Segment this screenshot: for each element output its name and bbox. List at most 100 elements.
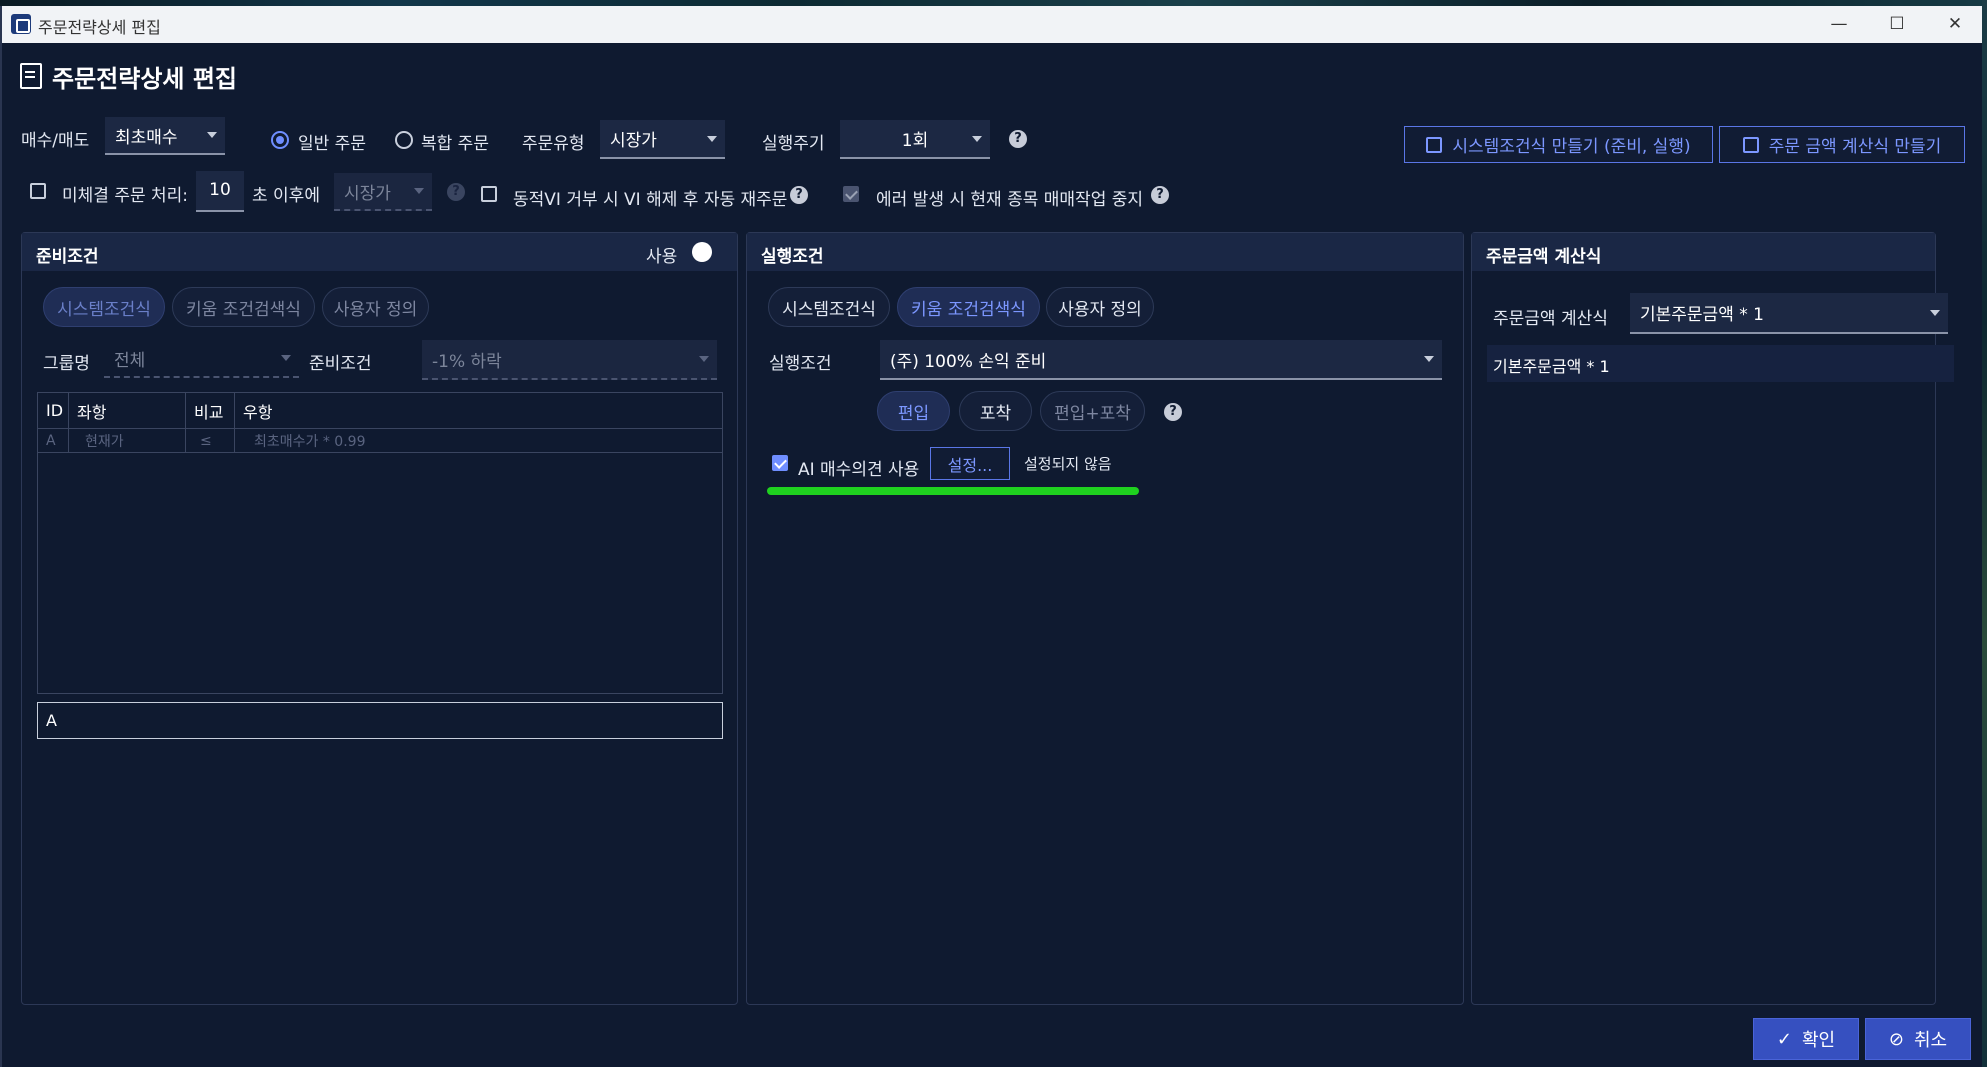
grid-cell-right: 최초매수가 * 0.99	[254, 433, 366, 450]
grid-cell-compare: ≤	[186, 429, 235, 452]
group-value: 전체	[114, 350, 146, 371]
group-select[interactable]: 전체	[104, 340, 299, 378]
ordertype-select[interactable]: 시장가	[600, 120, 725, 159]
prep-cond-label: 준비조건	[309, 354, 372, 374]
calculator-icon	[1426, 136, 1443, 153]
mode-help-icon[interactable]: ?	[1164, 403, 1182, 421]
after-action-help-icon[interactable]: ?	[447, 183, 465, 201]
radio-normal-order[interactable]	[271, 131, 289, 149]
toggle-knob	[692, 242, 712, 262]
seconds-input[interactable]: 10	[196, 171, 244, 212]
mode-both-button[interactable]: 편입+포착	[1040, 391, 1145, 431]
chevron-down-icon	[972, 135, 982, 142]
after-seconds-label: 초 이후에	[252, 186, 320, 206]
grid-header: ID 좌항 비교 우항	[38, 393, 722, 429]
prep-use-toggle[interactable]	[686, 240, 718, 264]
mode-capture-button[interactable]: 포착	[959, 391, 1032, 431]
unfilled-order-label: 미체결 주문 처리:	[62, 186, 189, 206]
ordertype-label: 주문유형	[522, 134, 585, 154]
mode-include-button[interactable]: 편입	[877, 391, 950, 431]
chevron-down-icon	[1424, 356, 1434, 362]
minimize-button[interactable]: —	[1824, 10, 1854, 38]
group-label: 그룹명	[43, 354, 90, 374]
unfilled-order-checkbox[interactable]	[30, 183, 46, 199]
system-condition-builder-label: 시스템조건식 만들기 (준비, 실행)	[1452, 137, 1691, 157]
exec-panel-title: 실행조건	[747, 233, 1463, 271]
prep-cond-select[interactable]: -1% 하락	[422, 340, 717, 380]
cancel-label: 취소	[1913, 1030, 1948, 1051]
ok-label: 확인	[1801, 1030, 1836, 1051]
ai-opinion-label: AI 매수의견 사용	[798, 460, 920, 480]
amount-formula-display: 기본주문금액 * 1	[1487, 345, 1954, 382]
error-help-icon[interactable]: ?	[1151, 186, 1169, 204]
app-icon	[11, 14, 31, 34]
exec-cond-label: 실행조건	[769, 354, 832, 374]
ai-not-set-status: 설정되지 않음	[1024, 455, 1112, 473]
prep-tab-kiwoom[interactable]: 키움 조건검색식	[172, 287, 315, 327]
table-row[interactable]: A 현재가 ≤ 최초매수가 * 0.99	[38, 429, 722, 453]
ok-button[interactable]: ✓ 확인	[1753, 1018, 1859, 1060]
grid-col-compare: 비교	[186, 393, 235, 428]
chevron-down-icon	[699, 356, 709, 362]
page-header: 주문전략상세 편집	[20, 60, 237, 93]
cycle-help-icon[interactable]: ?	[1009, 130, 1027, 148]
vi-help-icon[interactable]: ?	[790, 186, 808, 204]
buysell-label: 매수/매도	[21, 131, 90, 151]
chevron-down-icon	[207, 132, 217, 138]
exec-cond-select[interactable]: (주) 100% 손익 준비	[880, 340, 1442, 380]
vi-retry-checkbox[interactable]	[481, 186, 497, 202]
prep-panel-title: 준비조건	[22, 233, 737, 271]
cancel-button[interactable]: ⊘ 취소	[1865, 1018, 1971, 1060]
exec-tab-kiwoom[interactable]: 키움 조건검색식	[897, 287, 1040, 327]
amount-panel-title: 주문금액 계산식	[1472, 233, 1935, 271]
window-title: 주문전략상세 편집	[38, 18, 161, 37]
grid-col-id: ID	[38, 393, 69, 428]
grid-cell-left: 현재가	[69, 429, 186, 452]
prep-tab-user[interactable]: 사용자 정의	[322, 287, 429, 327]
chevron-down-icon	[414, 188, 424, 194]
buysell-select[interactable]: 최초매수	[105, 117, 225, 155]
money-icon	[1742, 136, 1759, 153]
radio-normal-label: 일반 주문	[298, 134, 366, 154]
error-stop-label: 에러 발생 시 현재 종목 매매작업 중지	[876, 190, 1144, 210]
ai-settings-button[interactable]: 설정...	[930, 447, 1010, 480]
amount-formula-select[interactable]: 기본주문금액 * 1	[1630, 293, 1948, 334]
cycle-label: 실행주기	[762, 134, 825, 154]
grid-col-right: 우항	[243, 402, 273, 422]
amount-formula-label: 주문금액 계산식	[1493, 309, 1608, 329]
ai-opinion-checkbox[interactable]	[772, 455, 788, 471]
page-title: 주문전략상세 편집	[52, 64, 237, 93]
radio-complex-order[interactable]	[395, 131, 413, 149]
desktop-background-right	[1982, 0, 1987, 1067]
prep-cond-value: -1% 하락	[432, 351, 502, 372]
amount-formula-builder-label: 주문 금액 계산식 만들기	[1768, 137, 1942, 157]
ordertype-value: 시장가	[610, 131, 657, 151]
error-stop-checkbox[interactable]	[843, 186, 859, 202]
after-action-select[interactable]: 시장가	[334, 173, 432, 211]
grid-cell-id: A	[38, 429, 69, 452]
chevron-down-icon	[707, 135, 717, 142]
after-action-value: 시장가	[344, 183, 391, 204]
check-icon: ✓	[1776, 1028, 1792, 1050]
exec-tab-user[interactable]: 사용자 정의	[1046, 287, 1154, 327]
title-bar: 주문전략상세 편집 — ☐ ✕	[2, 6, 1982, 43]
prep-use-label: 사용	[646, 247, 678, 267]
amount-formula-value: 기본주문금액 * 1	[1640, 305, 1764, 325]
radio-complex-label: 복합 주문	[421, 134, 489, 154]
chevron-down-icon	[1930, 309, 1940, 316]
highlight-underline	[767, 487, 1139, 495]
exec-tab-system[interactable]: 시스템조건식	[768, 287, 890, 327]
buysell-value: 최초매수	[115, 127, 178, 148]
vi-retry-label: 동적VI 거부 시 VI 해제 후 자동 재주문	[513, 190, 788, 210]
prep-tab-system[interactable]: 시스템조건식	[43, 287, 165, 327]
grid-col-left: 좌항	[69, 393, 186, 428]
condition-grid: ID 좌항 비교 우항 A 현재가 ≤ 최초매수가 * 0.99	[37, 392, 723, 694]
expression-input[interactable]: A	[37, 702, 723, 739]
close-button[interactable]: ✕	[1940, 10, 1970, 38]
system-condition-builder-button[interactable]: 시스템조건식 만들기 (준비, 실행)	[1404, 126, 1713, 163]
chevron-down-icon	[281, 355, 291, 361]
cycle-select[interactable]: 1회	[840, 120, 990, 159]
maximize-button[interactable]: ☐	[1882, 10, 1912, 38]
amount-formula-builder-button[interactable]: 주문 금액 계산식 만들기	[1719, 126, 1965, 163]
exec-cond-value: (주) 100% 손익 준비	[890, 351, 1047, 372]
